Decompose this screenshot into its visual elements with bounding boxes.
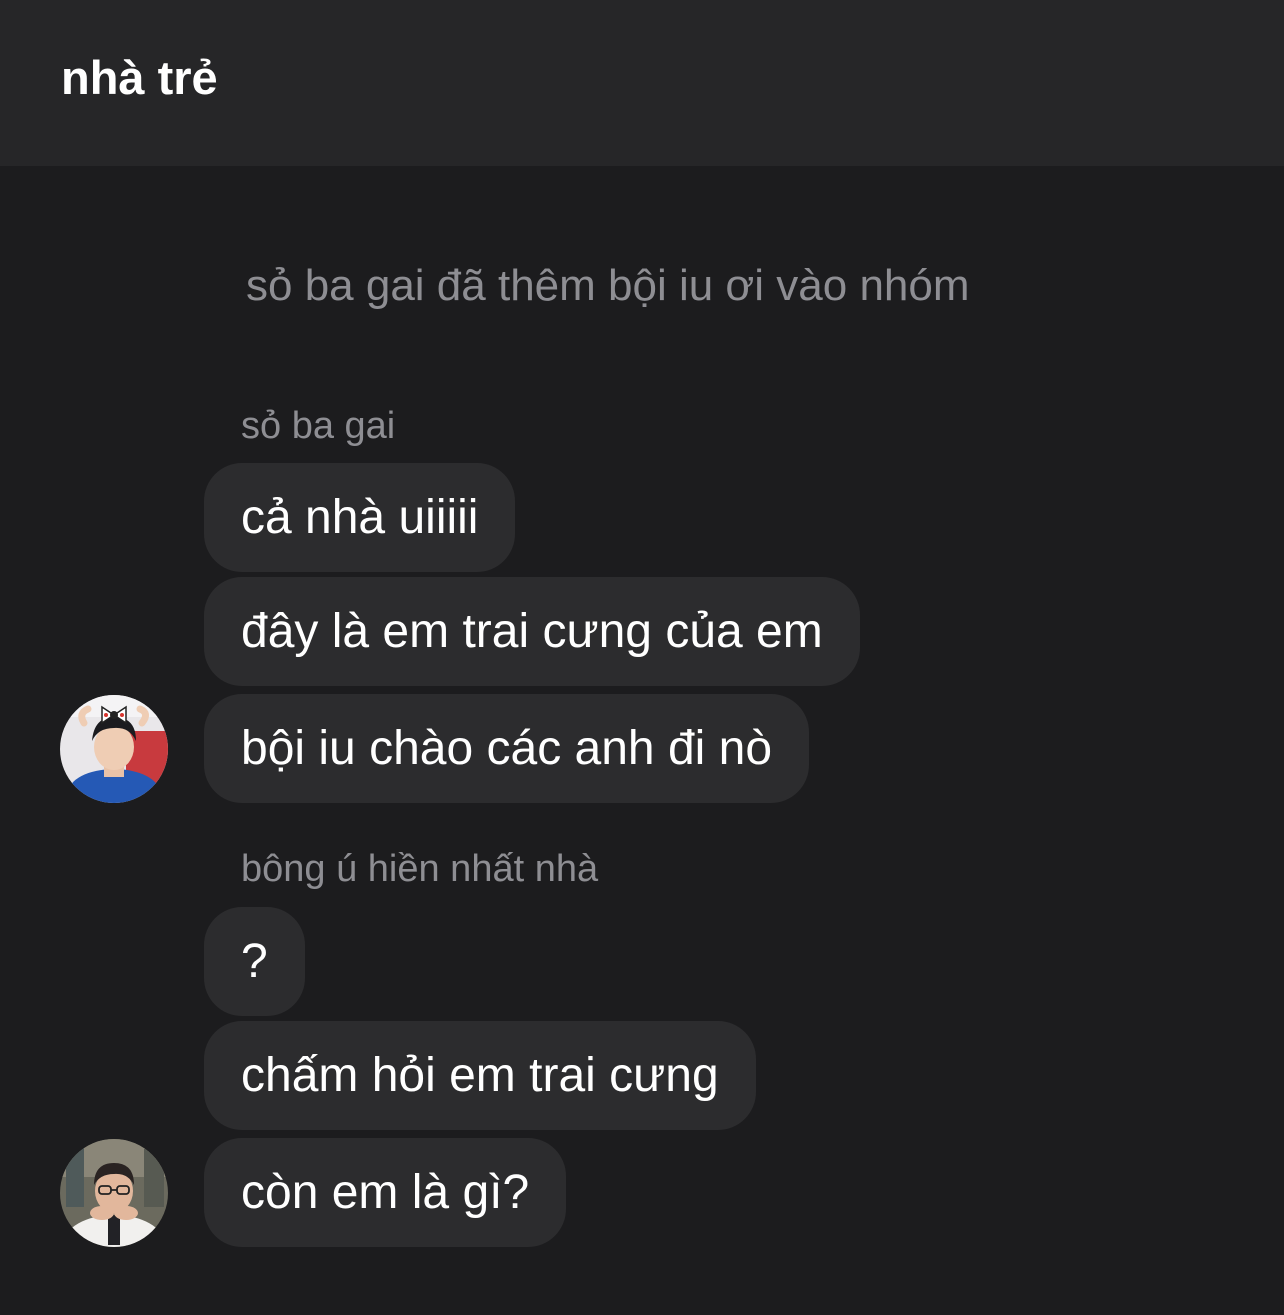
avatar[interactable]	[60, 695, 168, 803]
user-avatar-bow-icon	[60, 695, 168, 803]
chat-header: nhà trẻ	[0, 0, 1284, 166]
sender-name: sỏ ba gai	[241, 405, 396, 447]
message-bubble[interactable]: còn em là gì?	[204, 1138, 567, 1247]
chat-title[interactable]: nhà trẻ	[61, 48, 218, 108]
system-message: sỏ ba gai đã thêm bội iu ơi vào nhóm	[246, 261, 970, 310]
message-bubble[interactable]: đây là em trai cưng của em	[204, 577, 860, 686]
message-bubble[interactable]: chấm hỏi em trai cưng	[204, 1021, 756, 1130]
avatar[interactable]	[60, 1139, 168, 1247]
message-bubble[interactable]: cả nhà uiiiii	[204, 463, 516, 572]
message-bubble[interactable]: ?	[204, 907, 305, 1016]
user-avatar-glasses-icon	[60, 1139, 168, 1247]
sender-name: bông ú hiền nhất nhà	[241, 848, 599, 890]
message-bubble[interactable]: bội iu chào các anh đi nò	[204, 694, 810, 803]
